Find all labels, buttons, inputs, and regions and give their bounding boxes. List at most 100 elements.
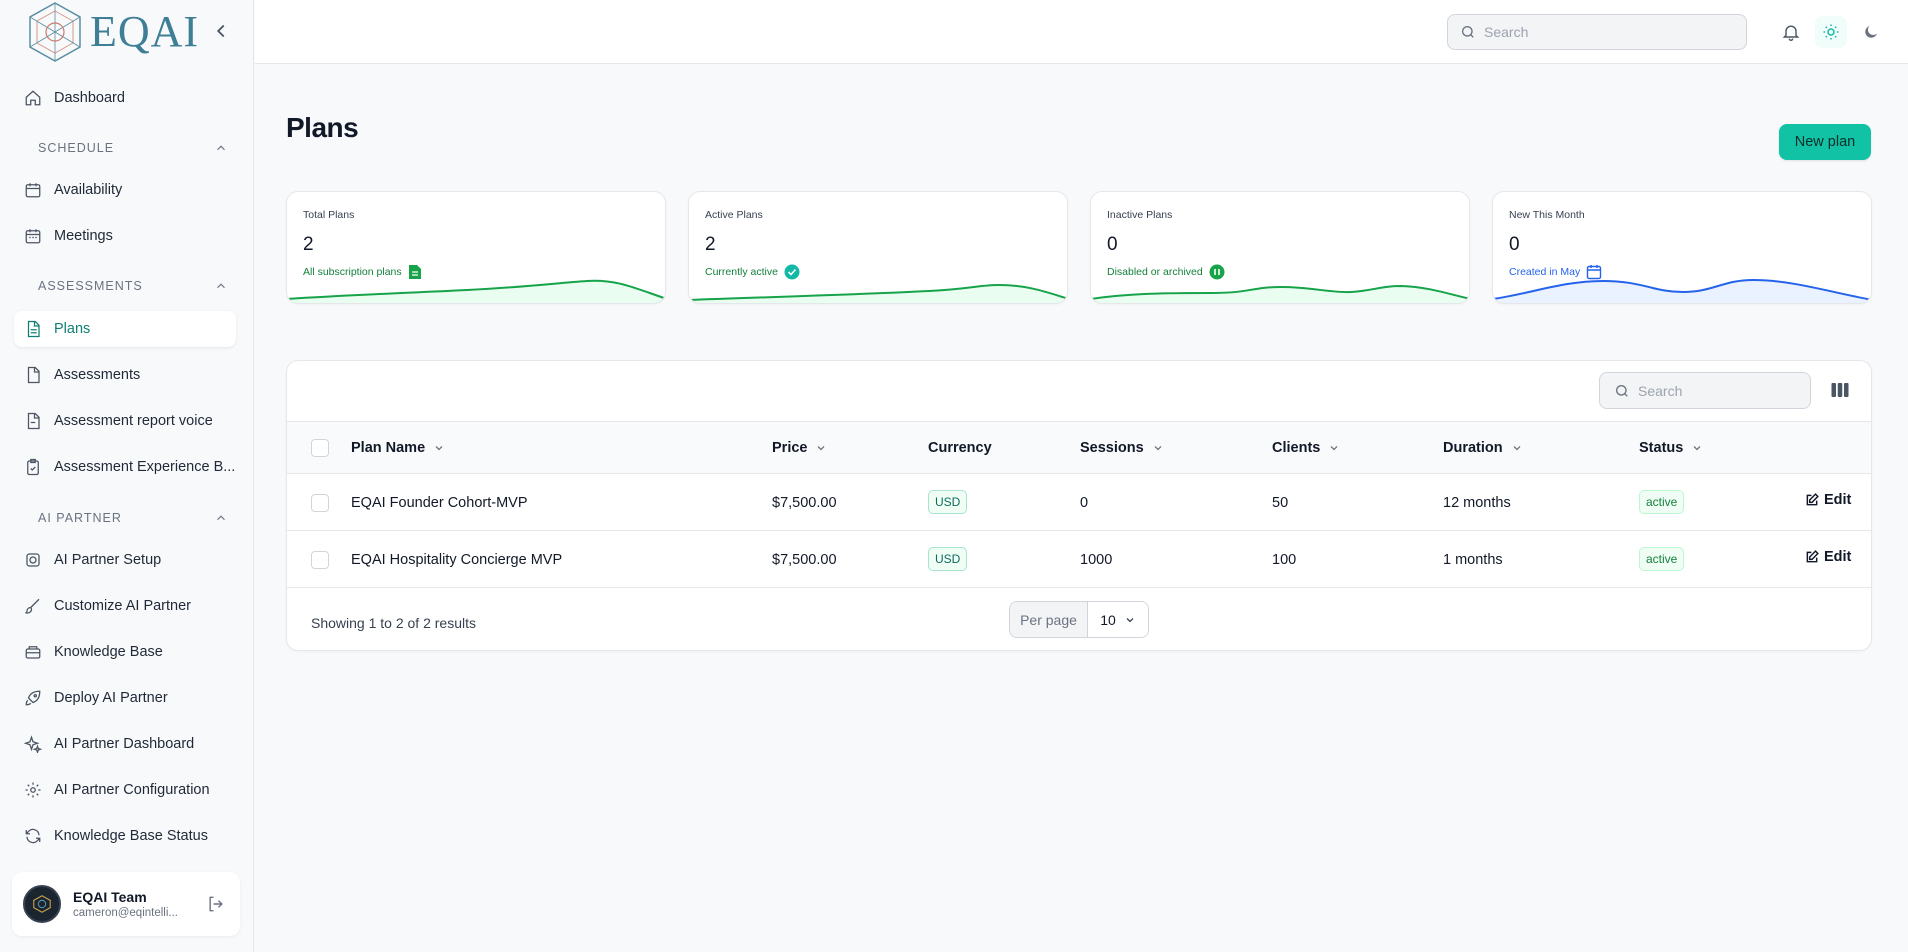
- sidebar-item-meetings[interactable]: Meetings: [14, 218, 236, 254]
- topbar: [255, 0, 1908, 64]
- sidebar-item-knowledge-base-status[interactable]: Knowledge Base Status: [14, 818, 236, 854]
- moon-icon: [1865, 26, 1877, 38]
- edit-button[interactable]: Edit: [1805, 549, 1851, 565]
- sparkline: [287, 279, 665, 303]
- chevron-up-icon: [217, 145, 225, 151]
- column-header-plan-name[interactable]: Plan Name: [351, 440, 445, 456]
- logout-button[interactable]: [206, 894, 226, 914]
- cell-plan-name: EQAI Founder Cohort-MVP: [351, 495, 528, 511]
- avatar-icon: [33, 895, 51, 913]
- edit-label: Edit: [1824, 549, 1852, 565]
- sparkline: [1091, 284, 1469, 303]
- chevron-down-icon: [1154, 446, 1162, 451]
- global-search[interactable]: [1447, 14, 1747, 50]
- sidebar-item-label: Assessment Experience B...: [54, 459, 236, 475]
- user-card[interactable]: EQAI Team cameron@eqintelli...: [12, 872, 240, 936]
- sidebar-item-label: Assessments: [54, 367, 141, 383]
- status-badge: active: [1639, 490, 1685, 514]
- document-icon: [24, 320, 42, 338]
- user-email: cameron@eqintelli...: [73, 907, 178, 919]
- edit-icon: [1806, 550, 1819, 563]
- search-icon: [1616, 384, 1628, 397]
- sidebar-item-customize-ai-partner[interactable]: Customize AI Partner: [14, 588, 236, 624]
- cpu-icon: [24, 551, 42, 569]
- per-page-dropdown[interactable]: 10: [1088, 602, 1148, 637]
- row-checkbox[interactable]: [311, 551, 329, 569]
- cell-duration: 12 months: [1443, 495, 1511, 511]
- dark-mode-button[interactable]: [1855, 16, 1887, 48]
- section-label: AI PARTNER: [38, 511, 122, 525]
- sidebar-item-knowledge-base[interactable]: Knowledge Base: [14, 634, 236, 670]
- currency-badge: USD: [928, 490, 968, 514]
- sidebar-item-ai-partner-setup[interactable]: AI Partner Setup: [14, 542, 236, 578]
- column-header-price[interactable]: Price: [772, 440, 827, 456]
- sidebar-item-dashboard[interactable]: Dashboard: [14, 80, 236, 116]
- stat-card-active-plans: Active Plans 2 Currently active: [688, 191, 1068, 304]
- sidebar-item-assessment-experience[interactable]: Assessment Experience B...: [14, 449, 236, 485]
- light-mode-button[interactable]: [1815, 16, 1847, 48]
- column-header-label: Status: [1639, 440, 1684, 456]
- sidebar-item-label: Knowledge Base: [54, 644, 163, 660]
- cell-clients: 100: [1272, 552, 1297, 568]
- search-input[interactable]: [1484, 24, 1724, 40]
- column-header-label: Plan Name: [351, 440, 426, 456]
- chevron-down-icon: [1330, 446, 1338, 451]
- sidebar: EQAI Dashboard SCHEDULE Availability Mee…: [0, 0, 254, 952]
- section-label: ASSESSMENTS: [38, 279, 143, 293]
- sidebar-item-assessment-report-voice[interactable]: Assessment report voice: [14, 403, 236, 439]
- column-header-label: Clients: [1272, 440, 1321, 456]
- gear-icon: [24, 781, 42, 799]
- column-header-status[interactable]: Status: [1639, 440, 1703, 456]
- select-all-checkbox[interactable]: [311, 439, 329, 457]
- brand-logo[interactable]: EQAI: [26, 0, 199, 64]
- sidebar-item-plans[interactable]: Plans: [14, 311, 236, 347]
- table-header: Plan Name Price Currency Sessions Client…: [287, 421, 1871, 474]
- chevron-down-icon: [818, 446, 825, 451]
- stat-value: 2: [705, 234, 716, 255]
- column-header-sessions[interactable]: Sessions: [1080, 440, 1164, 456]
- page-title: Plans: [286, 112, 359, 143]
- user-name: EQAI Team: [73, 889, 147, 905]
- section-assessments[interactable]: ASSESSMENTS: [38, 279, 228, 293]
- row-checkbox[interactable]: [311, 494, 329, 512]
- logout-icon: [209, 896, 223, 912]
- cell-price: $7,500.00: [772, 552, 837, 568]
- cell-plan-name: EQAI Hospitality Concierge MVP: [351, 552, 563, 568]
- collapse-sidebar-button[interactable]: [210, 20, 232, 42]
- sidebar-item-ai-partner-dashboard[interactable]: AI Partner Dashboard: [14, 726, 236, 762]
- column-header-clients[interactable]: Clients: [1272, 440, 1340, 456]
- section-ai-partner[interactable]: AI PARTNER: [38, 511, 228, 525]
- sparkline: [689, 283, 1067, 303]
- column-header-duration[interactable]: Duration: [1443, 440, 1523, 456]
- edit-button[interactable]: Edit: [1805, 492, 1851, 508]
- brush-icon: [24, 597, 42, 615]
- table-row[interactable]: EQAI Hospitality Concierge MVP $7,500.00…: [287, 531, 1871, 588]
- column-header-label: Duration: [1443, 440, 1503, 456]
- edit-label: Edit: [1824, 492, 1852, 508]
- document-icon: [24, 366, 42, 384]
- stat-card-new-this-month: New This Month 0 Created in May: [1492, 191, 1872, 304]
- chevron-down-icon: [1513, 446, 1521, 451]
- sidebar-item-deploy-ai-partner[interactable]: Deploy AI Partner: [14, 680, 236, 716]
- per-page-select[interactable]: Per page 10: [1009, 601, 1149, 638]
- database-icon: [24, 643, 42, 661]
- sidebar-item-assessments[interactable]: Assessments: [14, 357, 236, 393]
- sidebar-item-ai-partner-configuration[interactable]: AI Partner Configuration: [14, 772, 236, 808]
- search-icon: [1462, 26, 1474, 38]
- table-row[interactable]: EQAI Founder Cohort-MVP $7,500.00 USD 0 …: [287, 474, 1871, 531]
- toggle-columns-button[interactable]: [1827, 377, 1853, 403]
- sparkline: [1493, 278, 1871, 303]
- table-search[interactable]: [1599, 372, 1811, 409]
- pagination-summary: Showing 1 to 2 of 2 results: [311, 615, 476, 631]
- notifications-button[interactable]: [1775, 16, 1807, 48]
- sidebar-item-availability[interactable]: Availability: [14, 172, 236, 208]
- sidebar-item-label: Availability: [54, 182, 123, 198]
- chevron-up-icon: [217, 515, 225, 521]
- logo-icon: [29, 2, 81, 62]
- section-schedule[interactable]: SCHEDULE: [38, 141, 228, 155]
- table-search-input[interactable]: [1638, 382, 1808, 399]
- stat-card-total-plans: Total Plans 2 All subscription plans: [286, 191, 666, 304]
- new-plan-button[interactable]: New plan: [1779, 124, 1871, 160]
- plans-table-card: Plan Name Price Currency Sessions Client…: [286, 360, 1872, 651]
- sidebar-item-label: AI Partner Dashboard: [54, 736, 195, 752]
